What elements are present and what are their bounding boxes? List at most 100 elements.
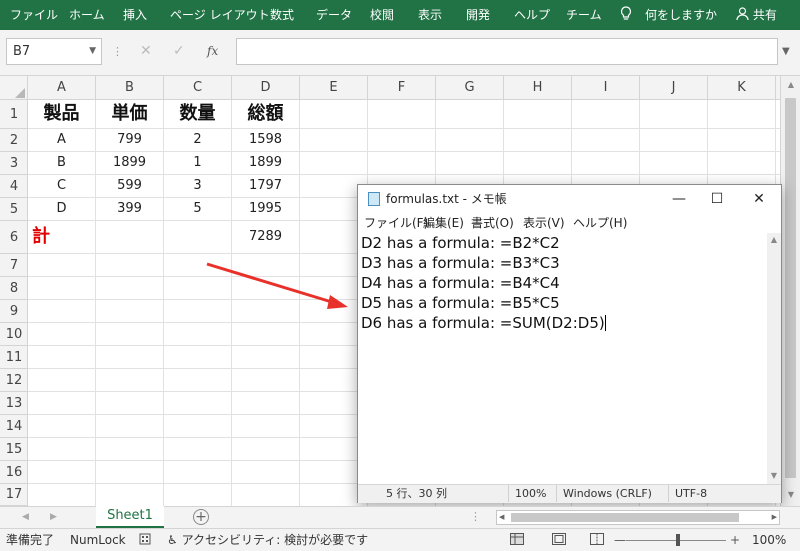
column-header[interactable]: D (232, 76, 300, 100)
menu-edit[interactable]: 編集(E) (423, 213, 464, 233)
tab-team[interactable]: チーム (566, 0, 602, 30)
share-button[interactable]: 共有 (736, 0, 777, 30)
table-cell[interactable]: C (28, 175, 95, 197)
row-header[interactable]: 10 (0, 323, 27, 346)
column-header[interactable]: B (96, 76, 164, 100)
tab-formulas[interactable]: 数式 (270, 0, 294, 30)
table-cell[interactable]: B (28, 152, 95, 174)
menu-help[interactable]: ヘルプ(H) (573, 213, 627, 233)
tab-page-layout[interactable]: ページ レイアウト (170, 0, 270, 30)
column-header[interactable]: A (28, 76, 96, 100)
normal-view-icon[interactable] (510, 529, 524, 551)
column-header[interactable]: J (640, 76, 708, 100)
row-header[interactable]: 8 (0, 277, 27, 300)
tab-insert[interactable]: 挿入 (123, 0, 147, 30)
notepad-titlebar[interactable]: formulas.txt - メモ帳 — ☐ ✕ (358, 185, 781, 213)
minimize-icon[interactable]: — (661, 185, 697, 213)
table-cell[interactable]: 1899 (232, 152, 299, 174)
menu-view[interactable]: 表示(V) (523, 213, 565, 233)
scroll-tabs-left-icon[interactable]: ◀ (22, 507, 29, 527)
tab-data[interactable]: データ (316, 0, 352, 30)
row-header[interactable]: 1 (0, 100, 27, 129)
scroll-tabs-right-icon[interactable]: ▶ (50, 507, 57, 527)
column-header[interactable]: E (300, 76, 368, 100)
table-cell[interactable]: 1797 (232, 175, 299, 197)
chevron-down-icon[interactable]: ▼ (89, 39, 96, 64)
row-header[interactable]: 12 (0, 369, 27, 392)
tab-file[interactable]: ファイル (10, 0, 58, 30)
select-all-corner[interactable] (0, 76, 28, 100)
row-header[interactable]: 15 (0, 438, 27, 461)
table-cell[interactable]: 3 (164, 175, 231, 197)
table-cell[interactable]: 1 (164, 152, 231, 174)
accessibility-status[interactable]: ♿ アクセシビリティ: 検討が必要です (167, 529, 368, 551)
notepad-text-area[interactable]: D2 has a formula: =B2*C2 D3 has a formul… (358, 233, 767, 484)
row-header[interactable]: 16 (0, 461, 27, 484)
name-box[interactable]: B7 ▼ (6, 38, 102, 65)
page-break-view-icon[interactable] (590, 529, 604, 551)
tab-home[interactable]: ホーム (69, 0, 105, 30)
sheet-tab[interactable]: Sheet1 (96, 506, 164, 529)
zoom-out-icon[interactable]: — (614, 529, 626, 551)
tab-view[interactable]: 表示 (418, 0, 442, 30)
scrollbar-thumb[interactable] (785, 98, 796, 478)
table-cell[interactable]: D (28, 198, 95, 220)
total-label-cell[interactable]: 計 (28, 221, 99, 253)
vertical-scrollbar[interactable]: ▲ ▼ (780, 76, 800, 506)
row-header[interactable]: 5 (0, 198, 27, 221)
tab-help[interactable]: ヘルプ (514, 0, 550, 30)
table-cell[interactable]: 599 (96, 175, 163, 197)
header-cell-product[interactable]: 製品 (28, 100, 95, 128)
table-cell[interactable]: A (28, 129, 95, 151)
row-header[interactable]: 7 (0, 254, 27, 277)
scroll-down-icon[interactable]: ▼ (781, 490, 800, 499)
menu-format[interactable]: 書式(O) (471, 213, 514, 233)
header-cell-total[interactable]: 総額 (232, 100, 299, 128)
column-header[interactable]: F (368, 76, 436, 100)
enter-icon[interactable]: ✓ (173, 38, 185, 65)
scroll-right-icon[interactable]: ▶ (772, 510, 777, 525)
scroll-up-icon[interactable]: ▲ (767, 235, 781, 244)
tell-me-search[interactable]: 何をしますか (645, 0, 717, 30)
table-cell[interactable]: 799 (96, 129, 163, 151)
expand-formula-bar-icon[interactable]: ▼ (782, 38, 790, 65)
row-header[interactable]: 2 (0, 129, 27, 152)
column-header[interactable]: I (572, 76, 640, 100)
notepad-vertical-scrollbar[interactable]: ▲ ▼ (767, 233, 781, 484)
scrollbar-thumb[interactable] (511, 513, 739, 522)
row-header[interactable]: 4 (0, 175, 27, 198)
menu-file[interactable]: ファイル(F) (364, 213, 428, 233)
row-header[interactable]: 9 (0, 300, 27, 323)
table-cell[interactable]: 399 (96, 198, 163, 220)
add-sheet-icon[interactable]: + (193, 509, 209, 525)
scroll-left-icon[interactable]: ◀ (499, 510, 504, 525)
row-header[interactable]: 11 (0, 346, 27, 369)
notepad-window[interactable]: formulas.txt - メモ帳 — ☐ ✕ ファイル(F) 編集(E) 書… (357, 184, 782, 503)
tab-review[interactable]: 校閲 (370, 0, 394, 30)
table-cell[interactable]: 1995 (232, 198, 299, 220)
page-layout-view-icon[interactable] (552, 529, 566, 551)
row-header[interactable]: 17 (0, 484, 27, 506)
total-value-cell[interactable]: 7289 (232, 221, 299, 253)
table-cell[interactable]: 2 (164, 129, 231, 151)
zoom-in-icon[interactable]: + (730, 529, 740, 551)
tab-developer[interactable]: 開発 (466, 0, 490, 30)
row-header[interactable]: 3 (0, 152, 27, 175)
maximize-icon[interactable]: ☐ (699, 185, 735, 213)
insert-function-button[interactable]: fx (207, 38, 218, 65)
header-cell-unit-price[interactable]: 単価 (96, 100, 163, 128)
horizontal-scrollbar[interactable]: ◀ ▶ (496, 510, 780, 525)
scroll-up-icon[interactable]: ▲ (781, 80, 800, 89)
column-header[interactable]: G (436, 76, 504, 100)
scroll-down-icon[interactable]: ▼ (767, 471, 781, 480)
formula-input[interactable] (236, 38, 778, 65)
column-header[interactable]: K (708, 76, 776, 100)
header-cell-quantity[interactable]: 数量 (164, 100, 231, 128)
table-cell[interactable]: 1598 (232, 129, 299, 151)
macro-record-icon[interactable] (139, 529, 151, 551)
zoom-level[interactable]: 100% (752, 529, 786, 551)
row-header[interactable]: 14 (0, 415, 27, 438)
close-icon[interactable]: ✕ (741, 185, 777, 213)
row-header[interactable]: 6 (0, 221, 27, 254)
table-cell[interactable]: 5 (164, 198, 231, 220)
